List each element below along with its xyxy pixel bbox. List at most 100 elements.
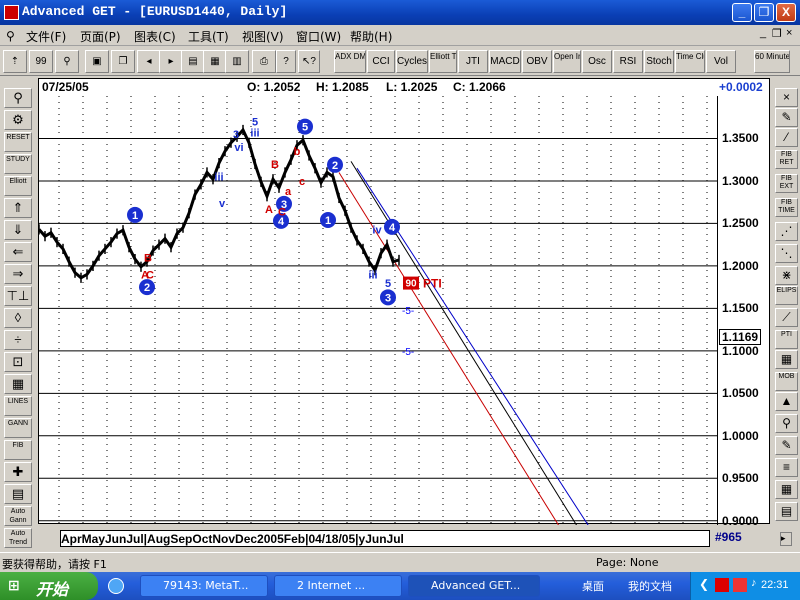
- indicator-rsi-button[interactable]: RSI: [613, 50, 643, 73]
- divide-tool-icon[interactable]: ÷: [4, 330, 32, 350]
- indicator-time-clust-button[interactable]: Time Clust: [675, 50, 705, 73]
- close-button[interactable]: X: [776, 3, 796, 22]
- indicator-obv-button[interactable]: OBV: [522, 50, 552, 73]
- maximize-button[interactable]: ❐: [754, 3, 774, 22]
- menu-help[interactable]: 帮助(H): [350, 28, 392, 45]
- notes-icon[interactable]: ▤: [775, 502, 798, 521]
- indicator-cci-button[interactable]: CCI: [367, 50, 395, 73]
- price-chart[interactable]: 1234521435iii3viiiivBbacA CABCiviii5 90 PTI…: [39, 96, 717, 525]
- select-tool-icon[interactable]: ⊡: [4, 352, 32, 372]
- minimize-button[interactable]: _: [732, 3, 752, 22]
- menu-view[interactable]: 视图(V): [242, 28, 284, 45]
- task-metatrader[interactable]: 79143: MetaT...: [140, 575, 268, 597]
- context-help-icon[interactable]: ↖?: [298, 50, 320, 73]
- back-icon[interactable]: ◂: [137, 50, 161, 73]
- up-arrow-icon[interactable]: ⇑: [4, 198, 32, 218]
- scale-icon[interactable]: ⊤⊥: [4, 286, 32, 306]
- cancel-tool-icon[interactable]: ×: [775, 88, 798, 107]
- task-advanced-get[interactable]: Advanced GET...: [408, 575, 540, 597]
- menu-window[interactable]: 窗口(W): [296, 28, 341, 45]
- tray-security-icon[interactable]: [733, 578, 747, 592]
- my-documents-toolbar[interactable]: 我的文档: [628, 578, 672, 594]
- grid-icon[interactable]: ▦: [775, 350, 798, 369]
- chart-area[interactable]: 07/25/05 O: 1.2052 H: 1.2085 L: 1.2025 C…: [38, 78, 770, 528]
- line-tool-icon[interactable]: ⁄: [775, 128, 798, 147]
- grid-small-icon[interactable]: ▦: [775, 480, 798, 499]
- settings-icon[interactable]: ⚙: [4, 110, 32, 130]
- reset-button[interactable]: RESET: [4, 132, 32, 152]
- auto-trend-button[interactable]: Auto Trend: [4, 528, 32, 548]
- fib-time-button[interactable]: FIB TIME: [775, 198, 798, 217]
- menu-tools[interactable]: 工具(T): [188, 28, 229, 45]
- indicator-elliott-trig-button[interactable]: Elliott Trig: [429, 50, 457, 73]
- down-arrow-icon[interactable]: ⇓: [4, 220, 32, 240]
- notes-icon[interactable]: ▤: [4, 484, 32, 504]
- triangle-tool-icon[interactable]: ▲: [775, 392, 798, 411]
- pencil-icon[interactable]: ✎: [775, 108, 798, 127]
- timeframe-60-minute-button[interactable]: 60 Minute: [754, 50, 790, 73]
- page-icon[interactable]: ▤: [181, 50, 205, 73]
- fib-button[interactable]: FIB: [4, 440, 32, 460]
- save-icon[interactable]: ▣: [85, 50, 109, 73]
- indicator-macd-button[interactable]: MACD: [489, 50, 521, 73]
- grid-view-icon[interactable]: ▥: [225, 50, 249, 73]
- lines-button[interactable]: LINES: [4, 396, 32, 416]
- indicator-vol-button[interactable]: Vol: [706, 50, 736, 73]
- tray-app-icon[interactable]: [715, 578, 729, 592]
- mdi-restore-icon[interactable]: ❐: [772, 27, 782, 40]
- grid-tool-icon[interactable]: ▦: [4, 374, 32, 394]
- pointer-tool-icon[interactable]: ⇡: [3, 50, 27, 73]
- mdi-close-icon[interactable]: ×: [786, 27, 792, 39]
- grid-icon[interactable]: ▦: [203, 50, 227, 73]
- indicator-stoch-button[interactable]: Stoch: [644, 50, 674, 73]
- diamond-tool-icon[interactable]: ◊: [4, 308, 32, 328]
- tray-volume-icon[interactable]: ♪: [751, 577, 757, 589]
- zoom-icon[interactable]: ⚲: [55, 50, 79, 73]
- right-arrow-icon[interactable]: ⇒: [4, 264, 32, 284]
- mdi-minimize-icon[interactable]: _: [760, 27, 766, 39]
- mob-button[interactable]: MOB: [775, 372, 798, 391]
- left-arrow-icon[interactable]: ⇐: [4, 242, 32, 262]
- indicator-adx-button[interactable]: ADX DMI: [334, 50, 366, 73]
- indicator-open-int-button[interactable]: Open Int: [553, 50, 581, 73]
- start-button[interactable]: ⊞ 开始: [0, 572, 98, 600]
- zoom-icon[interactable]: ⚲: [775, 414, 798, 433]
- task-internet[interactable]: 2 Internet ...: [274, 575, 402, 597]
- channel-tool-icon[interactable]: ⋱: [775, 244, 798, 263]
- menu-page[interactable]: 页面(P): [80, 28, 121, 45]
- auto-gann-button[interactable]: Auto Gann: [4, 506, 32, 526]
- menu-icon[interactable]: ≡: [775, 458, 798, 477]
- open-chart-icon[interactable]: ⚲: [4, 88, 32, 108]
- gann-button[interactable]: GANN: [4, 418, 32, 438]
- menu-file[interactable]: 文件(F): [26, 28, 66, 45]
- indicator-jti-button[interactable]: JTI: [458, 50, 488, 73]
- print-icon[interactable]: ⎙: [252, 50, 276, 73]
- elliott-button[interactable]: Elliott: [4, 176, 32, 196]
- trend-line-icon[interactable]: ⟋: [775, 308, 798, 327]
- elips-button[interactable]: ELIPS: [775, 286, 798, 305]
- indicator-osc-button[interactable]: Osc: [582, 50, 612, 73]
- eraser-icon[interactable]: ✎: [775, 436, 798, 455]
- title-bar[interactable]: Advanced GET - [EURUSD1440, Daily] _ ❐ X: [0, 0, 800, 25]
- menu-icon[interactable]: ⚲: [6, 29, 15, 43]
- tray-arrow-icon[interactable]: ❮: [699, 577, 709, 591]
- forward-icon[interactable]: ▸: [159, 50, 183, 73]
- fib-ext-button[interactable]: FIB EXT: [775, 174, 798, 193]
- crosshair-icon[interactable]: ✚: [4, 462, 32, 482]
- indicator-cycles-button[interactable]: Cycles: [396, 50, 428, 73]
- ie-quicklaunch-icon[interactable]: [108, 578, 124, 594]
- quote-tool-icon[interactable]: 99: [29, 50, 53, 73]
- scroll-right-icon[interactable]: ▸: [780, 532, 792, 546]
- pti-button[interactable]: PTI: [775, 330, 798, 349]
- bar-date: 07/25/05: [42, 80, 89, 94]
- fan-tool-icon[interactable]: ⋰: [775, 222, 798, 241]
- menu-bar: ⚲ 文件(F) 页面(P) 图表(C) 工具(T) 视图(V) 窗口(W) 帮助…: [0, 25, 800, 46]
- desktop-toolbar[interactable]: 桌面: [582, 578, 604, 594]
- help-icon[interactable]: ?: [276, 50, 296, 73]
- pitchfork-icon[interactable]: ⋇: [775, 266, 798, 285]
- copy-icon[interactable]: ❐: [111, 50, 135, 73]
- channel-line: [350, 161, 578, 525]
- menu-chart[interactable]: 图表(C): [134, 28, 176, 45]
- fib-ret-button[interactable]: FIB RET: [775, 150, 798, 169]
- study-button[interactable]: STUDY: [4, 154, 32, 174]
